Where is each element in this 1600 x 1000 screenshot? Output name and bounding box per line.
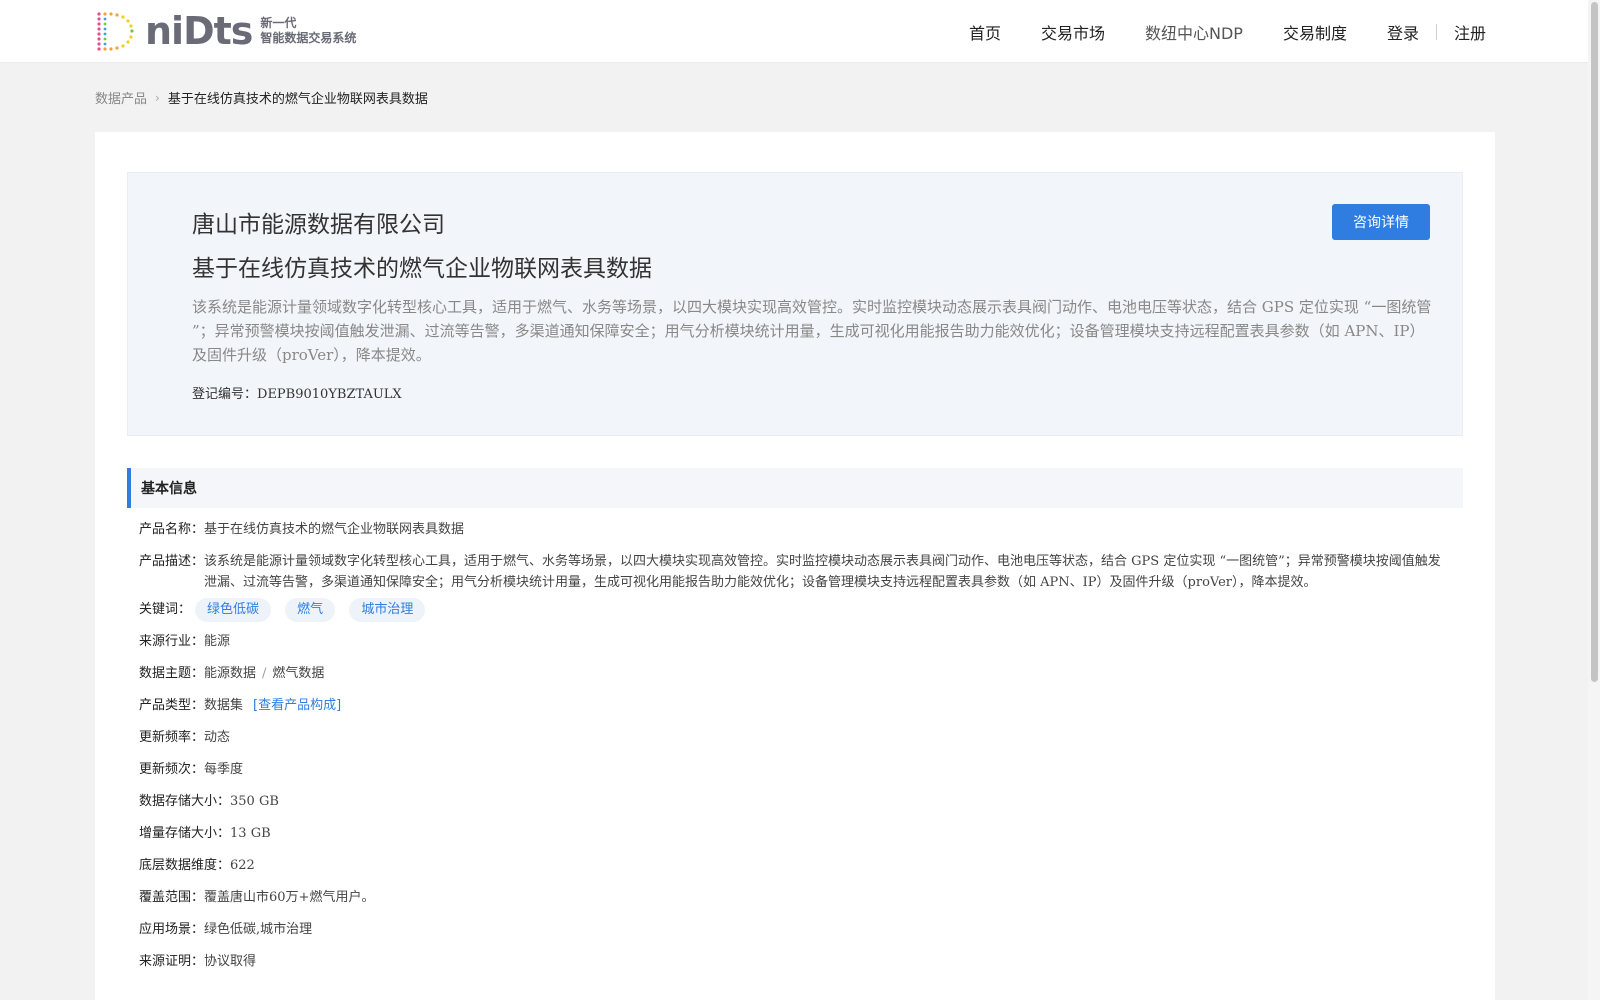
info-value: 能源数据 / 燃气数据 xyxy=(204,663,324,684)
chevron-right-icon: › xyxy=(155,90,160,105)
product-detail-card: 唐山市能源数据有限公司 基于在线仿真技术的燃气企业物联网表具数据 咨询详情 该系… xyxy=(95,132,1495,1000)
product-hero: 唐山市能源数据有限公司 基于在线仿真技术的燃气企业物联网表具数据 咨询详情 该系… xyxy=(127,172,1463,436)
logo-tagline-2: 智能数据交易系统 xyxy=(260,31,357,45)
info-row-scene: 应用场景： 绿色低碳,城市治理 xyxy=(139,919,1449,951)
info-row-keywords: 关键词： 绿色低碳 燃气 城市治理 xyxy=(139,598,1449,631)
info-label: 应用场景： xyxy=(139,922,205,937)
register-link[interactable]: 注册 xyxy=(1454,20,1486,44)
login-link[interactable]: 登录 xyxy=(1387,20,1419,44)
breadcrumb-data-products[interactable]: 数据产品 xyxy=(95,88,147,107)
info-label: 产品名称： xyxy=(139,522,205,537)
keyword-tag[interactable]: 燃气 xyxy=(285,598,336,622)
info-label: 产品类型： xyxy=(139,698,205,713)
company-name: 唐山市能源数据有限公司 xyxy=(192,212,445,238)
info-label: 数据主题： xyxy=(139,666,205,681)
info-label: 覆盖范围： xyxy=(139,890,205,905)
logo-tagline: 新一代 智能数据交易系统 xyxy=(260,16,356,46)
info-label: 数据存储大小： xyxy=(139,794,231,809)
main-nav: 首页 交易市场 数纽中心NDP 交易制度 登录 注册 xyxy=(929,0,1486,63)
top-header: niDts 新一代 智能数据交易系统 首页 交易市场 数纽中心NDP 交易制度 … xyxy=(0,0,1588,63)
info-label: 更新频次： xyxy=(139,762,205,777)
page-scrollbar[interactable] xyxy=(1588,0,1600,1000)
info-row-update-times: 更新频次： 每季度 xyxy=(139,759,1449,791)
info-row-storage: 数据存储大小： 350 GB xyxy=(139,791,1449,823)
info-row-coverage: 覆盖范围： 覆盖唐山市60万+燃气用户。 xyxy=(139,887,1449,919)
product-summary: 该系统是能源计量领域数字化转型核心工具，适用于燃气、水务等场景，以四大模块实现高… xyxy=(192,298,1432,364)
theme-separator: / xyxy=(262,666,267,681)
site-logo[interactable]: niDts 新一代 智能数据交易系统 xyxy=(95,10,356,52)
info-row-description: 产品描述： 该系统是能源计量领域数字化转型核心工具，适用于燃气、水务等场景，以四… xyxy=(139,551,1449,593)
logo-tagline-1: 新一代 xyxy=(260,16,297,30)
info-row-incremental: 增量存储大小： 13 GB xyxy=(139,823,1449,855)
info-label: 产品描述： xyxy=(139,554,205,569)
info-value: 基于在线仿真技术的燃气企业物联网表具数据 xyxy=(204,522,465,537)
info-value: 绿色低碳,城市治理 xyxy=(204,922,313,937)
info-value: 协议取得 xyxy=(204,954,257,969)
info-value: 数据集 xyxy=(204,698,244,713)
info-row-type: 产品类型： 数据集 [查看产品构成] xyxy=(139,695,1449,727)
info-label: 更新频率： xyxy=(139,730,205,745)
basic-info-list: 产品名称： 基于在线仿真技术的燃气企业物联网表具数据 产品描述： 该系统是能源计… xyxy=(139,519,1449,983)
registration-number: 登记编号：DEPB9010YBZTAULX xyxy=(192,383,402,402)
info-row-dimension: 底层数据维度： 622 xyxy=(139,855,1449,887)
registration-value: DEPB9010YBZTAULX xyxy=(257,387,402,402)
info-value: 该系统是能源计量领域数字化转型核心工具，适用于燃气、水务等场景，以四大模块实现高… xyxy=(204,554,1441,590)
info-row-frequency: 更新频率： 动态 xyxy=(139,727,1449,759)
breadcrumb: 数据产品 › 基于在线仿真技术的燃气企业物联网表具数据 xyxy=(95,88,428,108)
theme-main: 能源数据 xyxy=(204,666,257,681)
keyword-list: 绿色低碳 燃气 城市治理 xyxy=(195,598,435,622)
nav-item-home[interactable]: 首页 xyxy=(969,20,1001,44)
info-label: 底层数据维度： xyxy=(139,858,231,873)
info-row-industry: 来源行业： 能源 xyxy=(139,631,1449,663)
info-label: 来源行业： xyxy=(139,634,205,649)
info-label: 来源证明： xyxy=(139,954,205,969)
logo-d-icon xyxy=(97,12,134,51)
nav-item-market[interactable]: 交易市场 xyxy=(1041,20,1105,44)
registration-label: 登记编号： xyxy=(192,387,258,402)
info-row-proof: 来源证明： 协议取得 xyxy=(139,951,1449,983)
info-value: 能源 xyxy=(204,634,231,649)
logo-wordmark: niDts xyxy=(145,9,253,53)
page-title: 基于在线仿真技术的燃气企业物联网表具数据 xyxy=(192,256,652,282)
info-label: 增量存储大小： xyxy=(139,826,231,841)
nav-item-ndp[interactable]: 数纽中心NDP xyxy=(1145,20,1243,44)
info-value: 622 xyxy=(230,858,255,873)
info-label: 关键词： xyxy=(139,602,192,617)
basic-info-header: 基本信息 xyxy=(127,468,1463,508)
info-value: 350 GB xyxy=(230,794,279,809)
view-product-composition-link[interactable]: [查看产品构成] xyxy=(253,695,341,716)
nav-item-rules[interactable]: 交易制度 xyxy=(1283,20,1347,44)
keyword-tag[interactable]: 绿色低碳 xyxy=(195,598,272,622)
info-value: 覆盖唐山市60万+燃气用户。 xyxy=(204,890,375,905)
theme-sub: 燃气数据 xyxy=(272,666,325,681)
consult-details-button[interactable]: 咨询详情 xyxy=(1332,204,1430,240)
info-value: 每季度 xyxy=(204,762,244,777)
scrollbar-thumb[interactable] xyxy=(1591,2,1598,682)
breadcrumb-current: 基于在线仿真技术的燃气企业物联网表具数据 xyxy=(167,92,428,107)
nav-divider xyxy=(1435,23,1437,40)
keyword-tag[interactable]: 城市治理 xyxy=(349,598,426,622)
info-row-product-name: 产品名称： 基于在线仿真技术的燃气企业物联网表具数据 xyxy=(139,519,1449,551)
info-value: 13 GB xyxy=(230,826,271,841)
info-row-theme: 数据主题： 能源数据 / 燃气数据 xyxy=(139,663,1449,695)
info-value: 动态 xyxy=(204,730,231,745)
